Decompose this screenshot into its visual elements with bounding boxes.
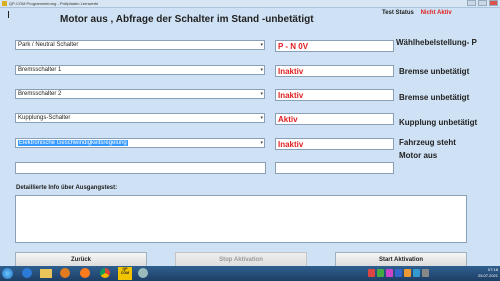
app-window: QP-COM Programmierung - Prüfpfaden Lernw… (0, 0, 500, 267)
firefox-icon[interactable] (80, 268, 90, 278)
system-tray (368, 269, 429, 277)
status-field-park-neutral: P - N 0V (275, 40, 394, 52)
tray-icon-7[interactable] (422, 269, 429, 277)
taskbar: QP COM 07:18 25.07.2021 (0, 266, 500, 281)
description-park-neutral: Wählhebelstellung- P (396, 38, 477, 47)
select-value: Bremsschalter 2 (18, 91, 62, 97)
internet-explorer-icon[interactable] (22, 268, 32, 278)
tray-icon-1[interactable] (368, 269, 375, 277)
chevron-down-icon[interactable]: ▾ (260, 139, 263, 147)
qp-com-taskbar-button[interactable]: QP COM (118, 267, 132, 280)
tray-icon-5[interactable] (404, 269, 411, 277)
file-explorer-icon[interactable] (40, 269, 52, 278)
status-field-brake-1: Inaktiv (275, 65, 394, 77)
empty-select-field[interactable] (15, 162, 266, 174)
qp-com-label: QP COM (120, 267, 130, 275)
back-button[interactable]: Zurück (15, 252, 147, 267)
chevron-down-icon[interactable]: ▾ (260, 66, 263, 74)
tool-icon[interactable] (138, 268, 148, 278)
window-title: QP-COM Programmierung - Prüfpfaden Lernw… (9, 1, 99, 6)
select-value: Kupplungs-Schalter (18, 115, 71, 121)
maximize-button[interactable] (478, 0, 487, 6)
description-brake-2: Bremse unbetätigt (399, 93, 470, 102)
page-title: Motor aus , Abfrage der Schalter im Stan… (60, 14, 314, 25)
switch-select-cruise-control[interactable]: Elektronische Geschwindigkeitsregelung ▾ (15, 138, 265, 148)
start-orb-icon[interactable] (2, 268, 13, 279)
details-label: Detaillierte Info über Ausgangstest: (16, 185, 118, 191)
media-player-icon[interactable] (60, 268, 70, 278)
test-status-label: Test Status (382, 10, 414, 16)
tray-icon-4[interactable] (395, 269, 402, 277)
app-icon (2, 1, 7, 6)
minimize-button[interactable] (467, 0, 476, 6)
description-engine-off: Motor aus (399, 151, 438, 160)
title-bar: QP-COM Programmierung - Prüfpfaden Lernw… (0, 0, 500, 8)
description-cruise-control: Fahrzeug steht (399, 138, 456, 147)
details-textarea[interactable] (15, 195, 467, 243)
tray-icon-3[interactable] (386, 269, 393, 277)
window-controls (467, 0, 498, 6)
tray-icon-6[interactable] (413, 269, 420, 277)
status-field-cruise-control: Inaktiv (275, 138, 394, 150)
empty-status-field (275, 162, 394, 174)
chevron-down-icon[interactable]: ▾ (260, 41, 263, 49)
description-clutch: Kupplung unbetätigt (399, 118, 478, 127)
close-button[interactable] (489, 0, 498, 6)
start-activation-button[interactable]: Start Aktivation (335, 252, 467, 267)
switch-select-park-neutral[interactable]: Park / Neutral Schalter ▾ (15, 40, 265, 50)
switch-select-clutch[interactable]: Kupplungs-Schalter ▾ (15, 113, 265, 123)
select-value: Elektronische Geschwindigkeitsregelung (18, 140, 128, 146)
select-value: Park / Neutral Schalter (18, 42, 79, 48)
clock[interactable]: 07:18 25.07.2021 (478, 267, 498, 279)
chevron-down-icon[interactable]: ▾ (260, 90, 263, 98)
chrome-icon[interactable] (100, 268, 110, 278)
text-cursor (8, 11, 9, 18)
switch-select-brake-1[interactable]: Bremsschalter 1 ▾ (15, 65, 265, 75)
stop-activation-button[interactable]: Stop Aktivation (175, 252, 307, 267)
test-status-value: Nicht Aktiv (420, 10, 452, 16)
status-field-brake-2: Inaktiv (275, 89, 394, 101)
status-field-clutch: Aktiv (275, 113, 394, 125)
select-value: Bremsschalter 1 (18, 67, 62, 73)
test-status: Test Status Nicht Aktiv (382, 10, 452, 16)
switch-select-brake-2[interactable]: Bremsschalter 2 ▾ (15, 89, 265, 99)
description-brake-1: Bremse unbetätigt (399, 67, 470, 76)
tray-icon-2[interactable] (377, 269, 384, 277)
clock-date: 25.07.2021 (477, 273, 498, 278)
chevron-down-icon[interactable]: ▾ (260, 114, 263, 122)
